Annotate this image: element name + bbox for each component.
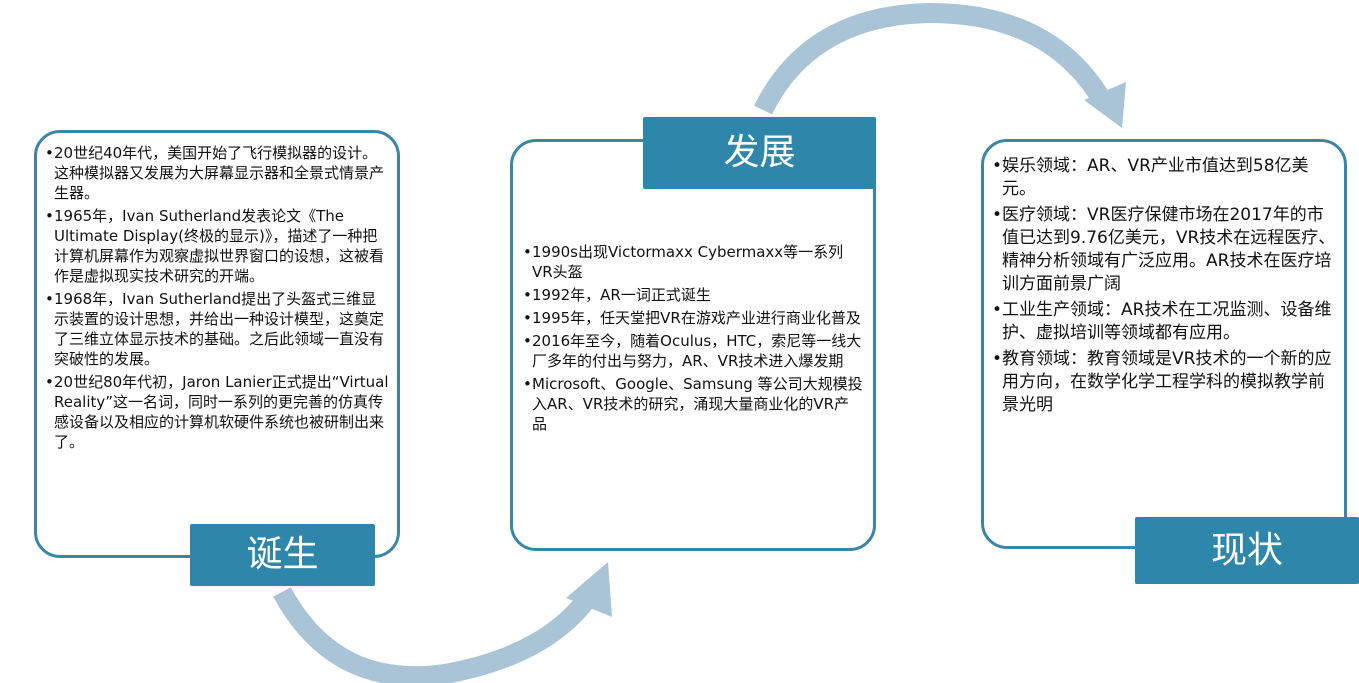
list-item: 教育领域：教育领域是VR技术的一个新的应用方向，在数学化学工程学科的模拟教学前景… [992,348,1338,417]
list-item: 医疗领域：VR医疗保健市场在2017年的市值已达到9.76亿美元，VR技术在远程… [992,204,1338,296]
status-stage-label: 现状 [1135,517,1359,584]
list-item: 工业生产领域：AR技术在工况监测、设备维护、虚拟培训等领域都有应用。 [992,299,1338,345]
list-item: 20世纪80年代初，Jaron Lanier正式提出“Virtual Reali… [45,372,389,452]
development-list: 1990s出现Victormaxx Cybermaxx等一系列VR头盔 1992… [523,242,863,434]
list-item: 1995年，任天堂把VR在游戏产业进行商业化普及 [523,308,863,328]
list-item: 1990s出现Victormaxx Cybermaxx等一系列VR头盔 [523,242,863,282]
list-item: 娱乐领域：AR、VR产业市值达到58亿美元。 [992,155,1338,201]
birth-panel: 20世纪40年代，美国开始了飞行模拟器的设计。这种模拟器又发展为大屏幕显示器和全… [34,130,400,558]
status-list: 娱乐领域：AR、VR产业市值达到58亿美元。 医疗领域：VR医疗保健市场在201… [992,155,1338,417]
status-panel: 娱乐领域：AR、VR产业市值达到58亿美元。 医疗领域：VR医疗保健市场在201… [981,139,1347,549]
list-item: 1992年，AR一词正式诞生 [523,285,863,305]
birth-stage-label: 诞生 [190,524,375,586]
list-item: Microsoft、Google、Samsung 等公司大规模投入AR、VR技术… [523,374,863,434]
arrow-development-to-status [754,2,1126,128]
birth-list: 20世纪40年代，美国开始了飞行模拟器的设计。这种模拟器又发展为大屏幕显示器和全… [45,143,389,452]
list-item: 2016年至今，随着Oculus，HTC，索尼等一线大厂多年的付出与努力，AR、… [523,331,863,371]
development-panel: 1990s出现Victormaxx Cybermaxx等一系列VR头盔 1992… [510,139,876,551]
development-stage-label: 发展 [643,117,876,189]
list-item: 1968年，Ivan Sutherland提出了头盔式三维显示装置的设计思想，并… [45,289,389,369]
list-item: 20世纪40年代，美国开始了飞行模拟器的设计。这种模拟器又发展为大屏幕显示器和全… [45,143,389,203]
list-item: 1965年，Ivan Sutherland发表论文《The Ultimate D… [45,206,389,286]
